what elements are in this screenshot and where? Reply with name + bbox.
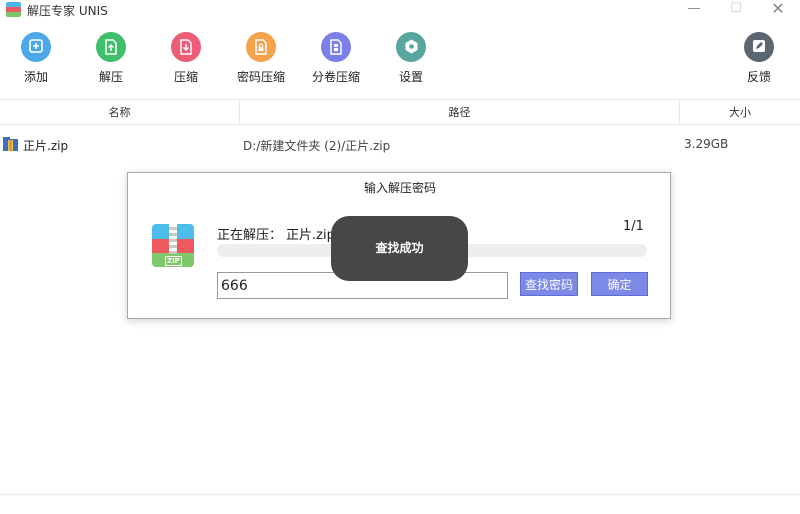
file-counter: 1/1 (623, 219, 644, 234)
feedback-button[interactable]: 反馈 (719, 28, 799, 85)
extract-status: 正在解压： 正片.zip (217, 224, 335, 243)
maximize-button[interactable]: ☐ (716, 0, 756, 20)
file-table-header: 名称 路径 大小 (0, 99, 800, 125)
close-button[interactable]: ✕ (758, 0, 798, 20)
file-name-cell: 正片.zip (23, 139, 69, 153)
confirm-button[interactable]: 确定 (591, 272, 648, 296)
archive-file-icon (3, 137, 18, 151)
zip-label: ZIP (165, 256, 182, 266)
dialog-title: 输入解压密码 (363, 181, 436, 195)
gear-icon (396, 32, 426, 62)
split-icon (321, 32, 351, 62)
file-size-cell: 3.29GB (684, 137, 729, 151)
plus-icon (21, 32, 51, 62)
file-path-cell: D:/新建文件夹 (2)/正片.zip (243, 139, 391, 153)
zip-archive-icon: ZIP (152, 224, 194, 267)
settings-button[interactable]: 设置 (371, 28, 451, 85)
compress-button[interactable]: 压缩 (146, 28, 226, 85)
column-header-path[interactable]: 路径 (240, 100, 680, 125)
toolbar: 添加 解压 压缩 密码压缩 分卷压缩 设置 反馈 (0, 28, 800, 90)
add-button[interactable]: 添加 (0, 28, 76, 85)
extract-button[interactable]: 解压 (71, 28, 151, 85)
column-header-name[interactable]: 名称 (0, 100, 240, 125)
status-prefix: 正在解压： (217, 228, 283, 243)
password-compress-button[interactable]: 密码压缩 (221, 28, 301, 85)
success-toast: 查找成功 (331, 216, 468, 281)
table-row[interactable]: 正片.zip D:/新建文件夹 (2)/正片.zip 3.29GB (0, 134, 800, 156)
column-header-size[interactable]: 大小 (680, 100, 800, 125)
status-divider (0, 494, 800, 495)
lock-icon (246, 32, 276, 62)
extract-icon (96, 32, 126, 62)
title-bar: 解压专家 UNIS — ☐ ✕ (0, 0, 800, 20)
split-compress-button[interactable]: 分卷压缩 (296, 28, 376, 85)
app-logo-icon (6, 2, 21, 17)
status-file-name: 正片.zip (286, 228, 335, 243)
find-password-button[interactable]: 查找密码 (520, 272, 578, 296)
edit-icon (744, 32, 774, 62)
compress-icon (171, 32, 201, 62)
window-title: 解压专家 UNIS (27, 4, 108, 18)
minimize-button[interactable]: — (674, 0, 714, 20)
